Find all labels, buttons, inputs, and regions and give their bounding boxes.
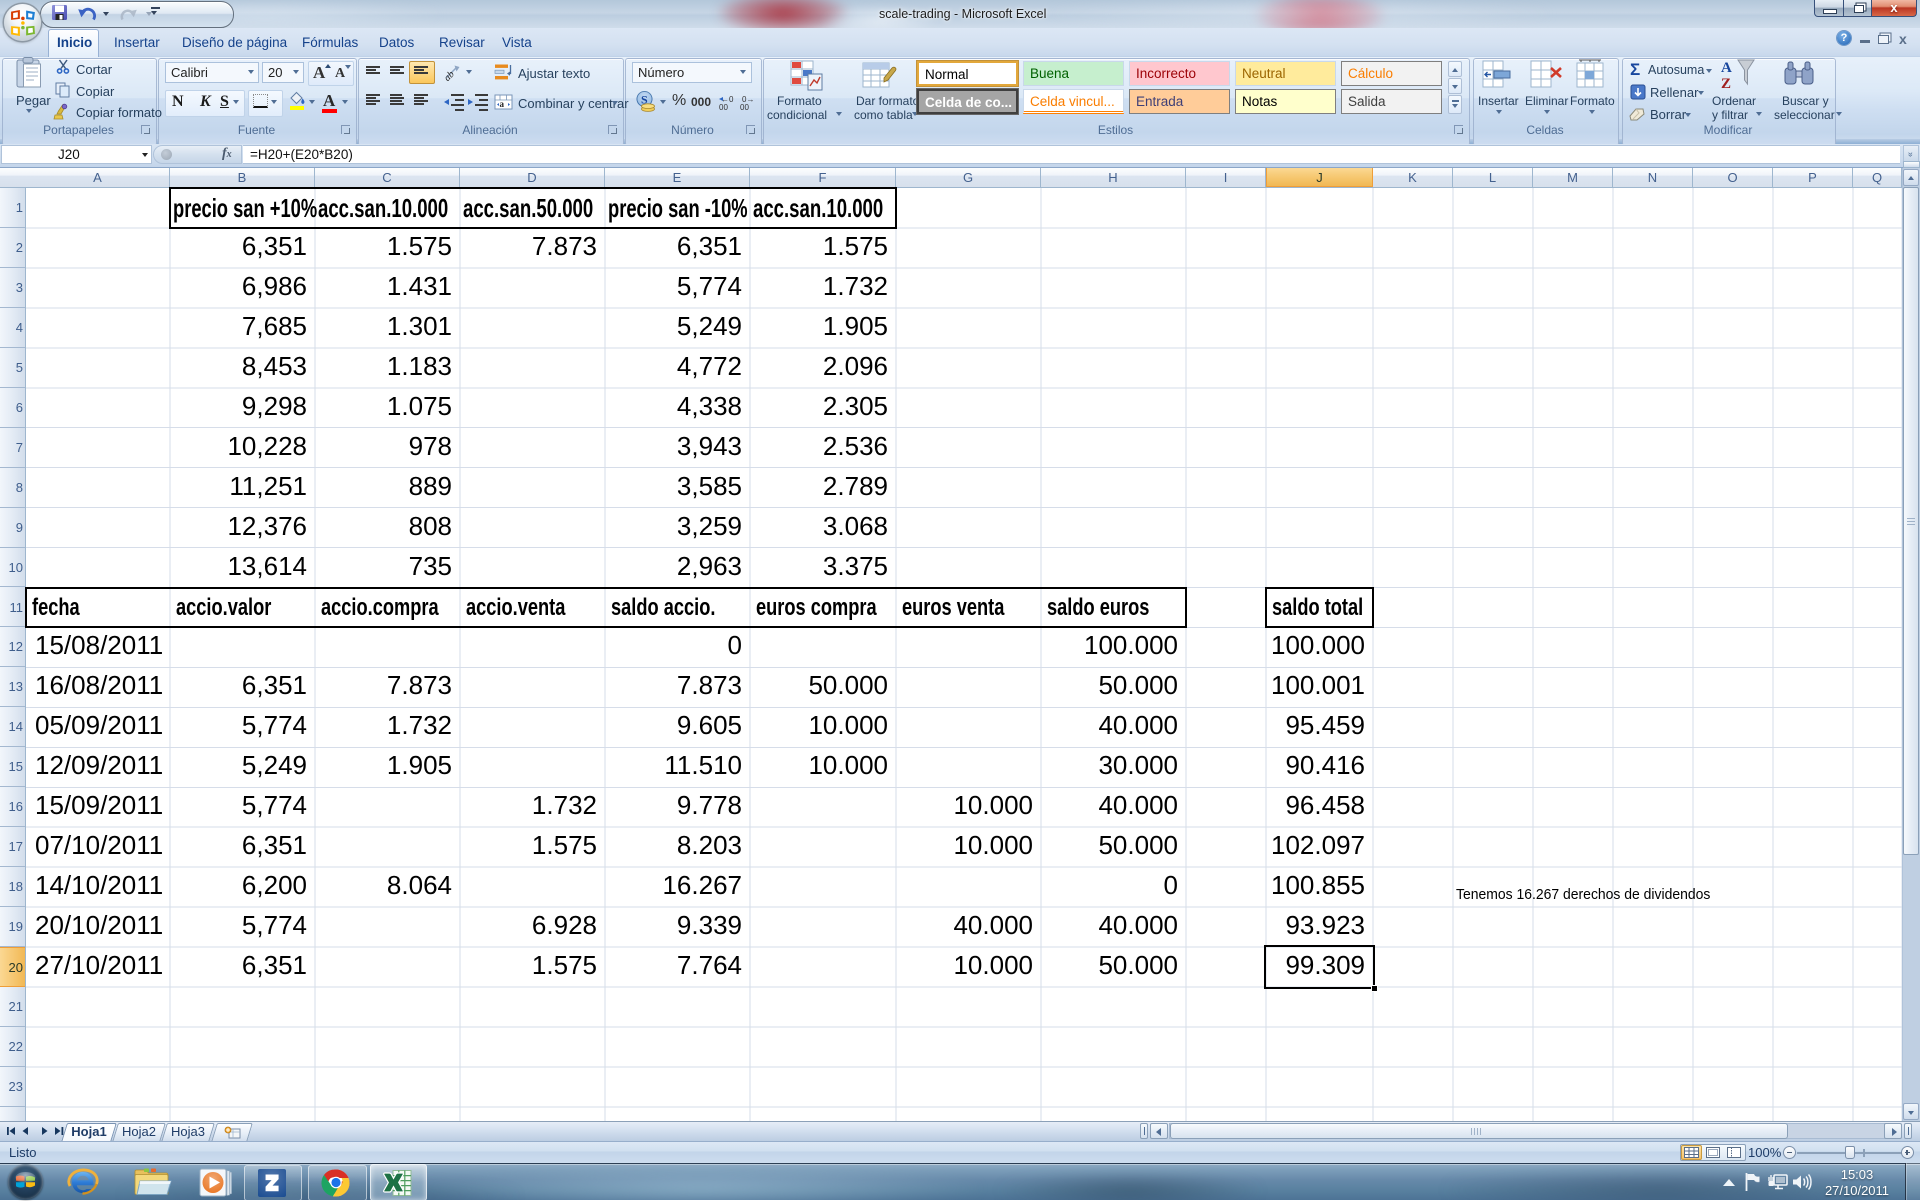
svg-text:A: A bbox=[1721, 60, 1732, 76]
svg-text:a: a bbox=[500, 99, 505, 109]
svg-text:00: 00 bbox=[719, 103, 728, 111]
svg-text:00: 00 bbox=[740, 103, 749, 111]
svg-text:ab: ab bbox=[443, 69, 457, 82]
svg-text:Z: Z bbox=[1721, 76, 1731, 92]
